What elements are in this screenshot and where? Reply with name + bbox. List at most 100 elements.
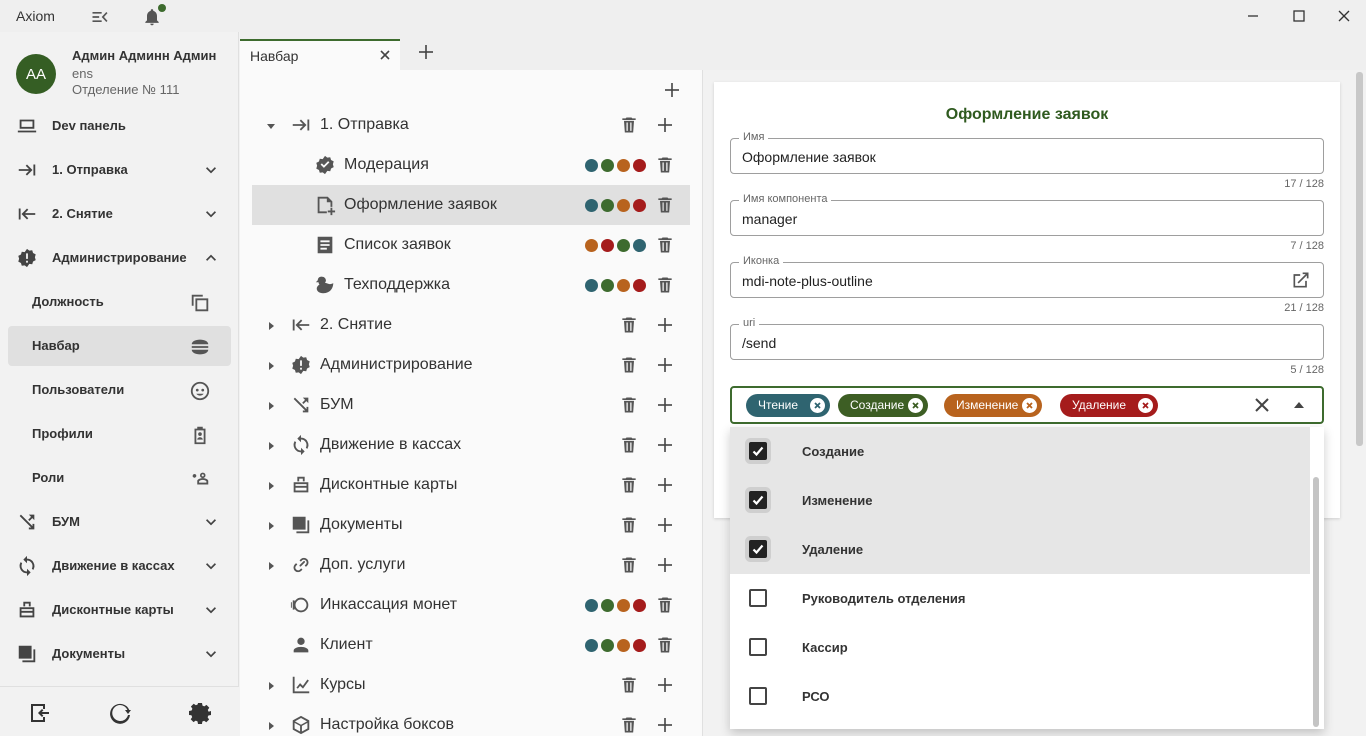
delete-icon[interactable]	[655, 635, 675, 655]
add-child-icon[interactable]	[655, 515, 675, 535]
add-child-icon[interactable]	[655, 555, 675, 575]
component-name-field[interactable]: Имя компонента manager	[730, 193, 1324, 236]
delete-icon[interactable]	[619, 395, 639, 415]
sidebar-item-profiles[interactable]: Профили	[8, 414, 231, 454]
sidebar-item-position[interactable]: Должность	[8, 282, 231, 322]
sidebar-item-users[interactable]: Пользователи	[8, 370, 231, 410]
dropdown-option[interactable]: Изменение	[730, 476, 1310, 525]
sidebar-item-sending[interactable]: 1. Отправка	[8, 150, 231, 190]
caret-right-icon[interactable]	[265, 439, 277, 451]
add-child-icon[interactable]	[655, 675, 675, 695]
maximize-icon[interactable]	[1289, 6, 1309, 26]
dropdown-option[interactable]: Кассир	[730, 623, 1310, 672]
delete-icon[interactable]	[619, 435, 639, 455]
role-chip[interactable]: Удаление	[1060, 394, 1158, 417]
dropdown-scrollbar[interactable]	[1313, 477, 1319, 727]
delete-icon[interactable]	[655, 595, 675, 615]
menu-up-icon[interactable]	[1292, 398, 1306, 412]
delete-icon[interactable]	[619, 315, 639, 335]
sidebar-item-withdrawal[interactable]: 2. Снятие	[8, 194, 231, 234]
add-child-icon[interactable]	[655, 355, 675, 375]
dropdown-option[interactable]: РСО	[730, 672, 1310, 721]
dropdown-option[interactable]: Руководитель отделения	[730, 574, 1310, 623]
settings-icon[interactable]	[188, 701, 212, 725]
delete-icon[interactable]	[619, 515, 639, 535]
sidebar-item-discount-cards[interactable]: Дисконтные карты	[8, 590, 231, 630]
avatar[interactable]: АА	[16, 54, 56, 94]
icon-field[interactable]: Иконка mdi-note-plus-outline	[730, 255, 1324, 298]
delete-icon[interactable]	[619, 115, 639, 135]
role-chip[interactable]: Чтение	[746, 394, 830, 417]
add-child-icon[interactable]	[655, 475, 675, 495]
chip-close-icon[interactable]	[810, 398, 825, 413]
caret-right-icon[interactable]	[265, 719, 277, 731]
close-icon[interactable]	[1334, 6, 1354, 26]
tree-row[interactable]: 1. Отправка	[252, 105, 690, 145]
checkbox-checked[interactable]	[749, 442, 767, 460]
caret-down-icon[interactable]	[265, 119, 277, 131]
dropdown-option[interactable]: Удаление	[730, 525, 1310, 574]
add-child-icon[interactable]	[655, 435, 675, 455]
tree-row[interactable]: Список заявок	[252, 225, 690, 265]
delete-icon[interactable]	[619, 355, 639, 375]
add-root-icon[interactable]	[662, 80, 682, 100]
name-field[interactable]: Имя Оформление заявок	[730, 131, 1324, 174]
tree-row[interactable]: Техподдержка	[252, 265, 690, 305]
checkbox-unchecked[interactable]	[749, 589, 767, 607]
tree-row[interactable]: Инкассация монет	[252, 585, 690, 625]
delete-icon[interactable]	[619, 555, 639, 575]
role-chip[interactable]: Изменение	[944, 394, 1042, 417]
minimize-icon[interactable]	[1243, 6, 1263, 26]
add-child-icon[interactable]	[655, 115, 675, 135]
sidebar-item-documents[interactable]: Документы	[8, 634, 231, 674]
uri-field[interactable]: uri /send	[730, 317, 1324, 360]
checkbox-unchecked[interactable]	[749, 638, 767, 656]
tree-row[interactable]: Документы	[252, 505, 690, 545]
add-child-icon[interactable]	[655, 395, 675, 415]
caret-right-icon[interactable]	[265, 479, 277, 491]
sidebar-item-bum[interactable]: БУМ	[8, 502, 231, 542]
tree-row[interactable]: БУМ	[252, 385, 690, 425]
tree-row[interactable]: Доп. услуги	[252, 545, 690, 585]
tree-row[interactable]: Настройка боксов	[252, 705, 690, 736]
refresh-icon[interactable]	[108, 701, 132, 725]
role-chip[interactable]: Создание	[838, 394, 928, 417]
delete-icon[interactable]	[655, 235, 675, 255]
checkbox-unchecked[interactable]	[749, 687, 767, 705]
tree-row[interactable]: Модерация	[252, 145, 690, 185]
sidebar-item-cash-movement[interactable]: Движение в кассах	[8, 546, 231, 586]
delete-icon[interactable]	[655, 275, 675, 295]
tree-row[interactable]: Курсы	[252, 665, 690, 705]
caret-right-icon[interactable]	[265, 319, 277, 331]
caret-right-icon[interactable]	[265, 519, 277, 531]
roles-select[interactable]: Чтение Создание Изменение Удаление	[730, 386, 1324, 424]
tree-row[interactable]: 2. Снятие	[252, 305, 690, 345]
tree-row[interactable]: Дисконтные карты	[252, 465, 690, 505]
sidebar-item-roles[interactable]: Роли	[8, 458, 231, 498]
tree-row[interactable]: Оформление заявок	[252, 185, 690, 225]
sidebar-item-administration[interactable]: Администрирование	[8, 238, 231, 278]
caret-right-icon[interactable]	[265, 679, 277, 691]
chip-close-icon[interactable]	[1138, 398, 1153, 413]
caret-right-icon[interactable]	[265, 359, 277, 371]
tree-row[interactable]: Администрирование	[252, 345, 690, 385]
add-tab-icon[interactable]	[416, 42, 436, 62]
delete-icon[interactable]	[619, 675, 639, 695]
checkbox-checked[interactable]	[749, 491, 767, 509]
close-tab-icon[interactable]	[378, 48, 392, 62]
checkbox-checked[interactable]	[749, 540, 767, 558]
caret-right-icon[interactable]	[265, 399, 277, 411]
caret-right-icon[interactable]	[265, 559, 277, 571]
delete-icon[interactable]	[619, 475, 639, 495]
page-scrollbar[interactable]	[1356, 72, 1363, 446]
sidebar-item-dev-panel[interactable]: Dev панель	[8, 106, 231, 146]
clear-icon[interactable]	[1252, 395, 1272, 415]
chip-close-icon[interactable]	[908, 398, 923, 413]
chip-close-icon[interactable]	[1022, 398, 1037, 413]
add-child-icon[interactable]	[655, 315, 675, 335]
tree-row[interactable]: Клиент	[252, 625, 690, 665]
menu-collapse-icon[interactable]	[89, 7, 111, 27]
logout-icon[interactable]	[28, 701, 52, 725]
sidebar-item-navbar[interactable]: Навбар	[8, 326, 231, 366]
dropdown-option[interactable]: Создание	[730, 427, 1310, 476]
